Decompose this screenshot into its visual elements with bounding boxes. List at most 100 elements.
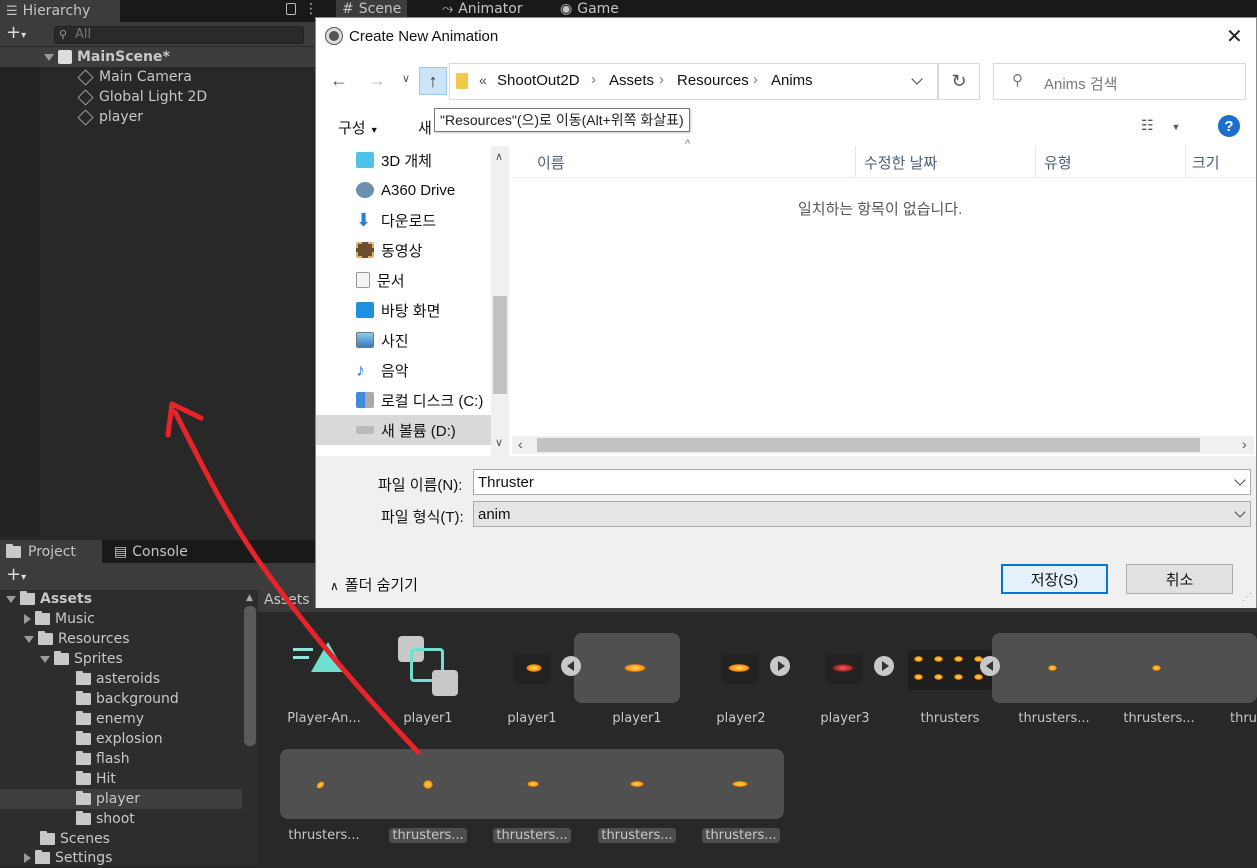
nav-item-videos[interactable]: 동영상: [356, 237, 422, 263]
scene-row[interactable]: MainScene*: [44, 47, 170, 67]
tree-item-sprites[interactable]: Sprites: [40, 649, 123, 669]
column-header-type[interactable]: 유형: [1044, 152, 1072, 173]
asset-label[interactable]: player2: [691, 711, 791, 726]
hierarchy-search-input[interactable]: ⚲ All: [54, 26, 304, 44]
horizontal-scrollbar[interactable]: ‹ ›: [512, 436, 1254, 454]
back-icon[interactable]: ←: [330, 70, 348, 91]
tree-item-scenes[interactable]: Scenes: [40, 829, 110, 849]
scroll-down-icon[interactable]: ∨: [495, 436, 503, 449]
column-header-date[interactable]: 수정한 날짜: [864, 152, 937, 173]
thruster-frame-icon[interactable]: [527, 781, 539, 787]
dialog-search-input[interactable]: ⚲ Anims 검색: [993, 63, 1246, 100]
expand-sprite-button[interactable]: [770, 656, 790, 676]
tab-console[interactable]: ▤ Console: [108, 540, 194, 563]
breadcrumb-item[interactable]: ShootOut2D: [497, 72, 580, 89]
cancel-button[interactable]: 취소: [1126, 564, 1233, 594]
scroll-right-icon[interactable]: ›: [1242, 436, 1247, 452]
collapse-sprite-button[interactable]: [561, 656, 581, 676]
scroll-thumb[interactable]: [537, 438, 1200, 452]
tree-item-sprite-folder-selected[interactable]: player: [76, 789, 140, 809]
animator-controller-icon[interactable]: [293, 640, 345, 684]
tab-scene[interactable]: # Scene: [336, 0, 408, 17]
nav-item-volume-d[interactable]: 새 볼륨 (D:): [356, 417, 456, 443]
forward-icon[interactable]: →: [368, 70, 386, 91]
tree-scroll-up-icon[interactable]: ▲: [246, 593, 253, 603]
thruster-frame-icon[interactable]: [732, 781, 748, 787]
thruster-frame-icon[interactable]: [423, 780, 433, 789]
ship-sprite-thumbnail[interactable]: [618, 654, 654, 684]
lock-icon[interactable]: [286, 3, 296, 15]
gameobject-row[interactable]: Main Camera: [77, 67, 192, 87]
tab-hierarchy[interactable]: ☰ Hierarchy: [0, 0, 120, 22]
asset-label[interactable]: thrusters...: [378, 828, 478, 843]
tree-item-sprite-folder[interactable]: flash: [76, 749, 130, 769]
column-header-size[interactable]: 크기: [1192, 152, 1220, 173]
breadcrumb[interactable]: Assets: [264, 592, 310, 608]
scroll-left-icon[interactable]: ‹: [518, 436, 523, 452]
project-add-button[interactable]: +▾: [6, 566, 26, 587]
organize-menu[interactable]: 구성 ▼: [338, 117, 379, 138]
add-button[interactable]: +▾: [6, 24, 26, 45]
breadcrumb-item[interactable]: Assets: [609, 72, 654, 89]
asset-label[interactable]: thrusters...: [482, 828, 582, 843]
resize-grip-icon[interactable]: ⋰: [1242, 592, 1252, 603]
nav-item-desktop[interactable]: 바탕 화면: [356, 297, 440, 323]
view-options-icon[interactable]: ☷ ▼: [1141, 117, 1180, 134]
nav-item-documents[interactable]: 문서: [356, 267, 405, 293]
asset-label[interactable]: thrus: [1213, 711, 1257, 726]
hide-folders-toggle[interactable]: ∧ 폴더 숨기기: [330, 574, 418, 595]
asset-label[interactable]: thrusters...: [1004, 711, 1104, 726]
expand-sprite-button[interactable]: [874, 656, 894, 676]
gameobject-row[interactable]: Global Light 2D: [77, 87, 207, 107]
asset-label[interactable]: Player-An...: [274, 711, 374, 726]
thruster-frame-icon[interactable]: [630, 781, 644, 787]
asset-label[interactable]: player3: [795, 711, 895, 726]
thruster-frame-icon[interactable]: [1152, 665, 1161, 671]
tab-project[interactable]: Project: [0, 540, 102, 563]
column-header-name[interactable]: 이름: [537, 152, 565, 173]
tree-scrollbar[interactable]: [244, 606, 256, 746]
animation-clip-icon[interactable]: [398, 636, 460, 698]
scroll-up-icon[interactable]: ∧: [495, 150, 503, 163]
tree-item-resources[interactable]: Resources: [24, 629, 130, 649]
save-button[interactable]: 저장(S): [1001, 564, 1108, 594]
scroll-thumb[interactable]: [493, 296, 507, 394]
nav-item-a360[interactable]: A360 Drive: [356, 177, 455, 203]
asset-label[interactable]: thrusters: [900, 711, 1000, 726]
refresh-button[interactable]: ↻: [938, 63, 980, 100]
tree-item-sprite-folder[interactable]: Hit: [76, 769, 116, 789]
recent-dropdown-icon[interactable]: ∨: [402, 72, 410, 85]
tab-animator[interactable]: ⤳ Animator: [436, 0, 529, 17]
asset-label[interactable]: thrusters...: [1109, 711, 1209, 726]
nav-item-music[interactable]: ♪ 음악: [356, 357, 409, 383]
ship-sprite-thumbnail[interactable]: [514, 654, 550, 684]
tree-item-music[interactable]: Music: [24, 609, 95, 629]
asset-label[interactable]: thrusters...: [691, 828, 791, 843]
asset-label[interactable]: thrusters...: [587, 828, 687, 843]
up-button[interactable]: ↑: [419, 67, 447, 95]
gameobject-row[interactable]: player: [77, 107, 143, 127]
nav-item-pictures[interactable]: 사진: [356, 327, 409, 353]
tree-item-sprite-folder[interactable]: background: [76, 689, 179, 709]
tree-item-sprite-folder[interactable]: shoot: [76, 809, 135, 829]
thruster-sheet-thumbnail[interactable]: [908, 650, 992, 690]
nav-item-3d-objects[interactable]: 3D 개체: [356, 147, 432, 173]
tab-game[interactable]: ◉ Game: [554, 0, 625, 17]
tree-item-settings[interactable]: Settings: [24, 848, 112, 868]
tree-item-sprite-folder[interactable]: asteroids: [76, 669, 160, 689]
asset-label[interactable]: player1: [378, 711, 478, 726]
breadcrumb-overflow[interactable]: «: [479, 72, 487, 88]
breadcrumb-item[interactable]: Anims: [771, 72, 813, 89]
ship-sprite-thumbnail[interactable]: [826, 654, 862, 684]
filename-input[interactable]: Thruster: [473, 469, 1251, 495]
close-icon[interactable]: ✕: [1226, 24, 1243, 49]
tree-item-sprite-folder[interactable]: explosion: [76, 729, 163, 749]
filetype-select[interactable]: anim: [473, 501, 1251, 527]
nav-item-local-disk-c[interactable]: 로컬 디스크 (C:): [356, 387, 483, 413]
asset-label[interactable]: player1: [587, 711, 687, 726]
breadcrumb-item[interactable]: Resources: [677, 72, 749, 89]
ship-sprite-thumbnail[interactable]: [722, 654, 758, 684]
thruster-frame-icon[interactable]: [1048, 665, 1057, 671]
asset-label[interactable]: player1: [482, 711, 582, 726]
help-icon[interactable]: ?: [1218, 115, 1240, 137]
